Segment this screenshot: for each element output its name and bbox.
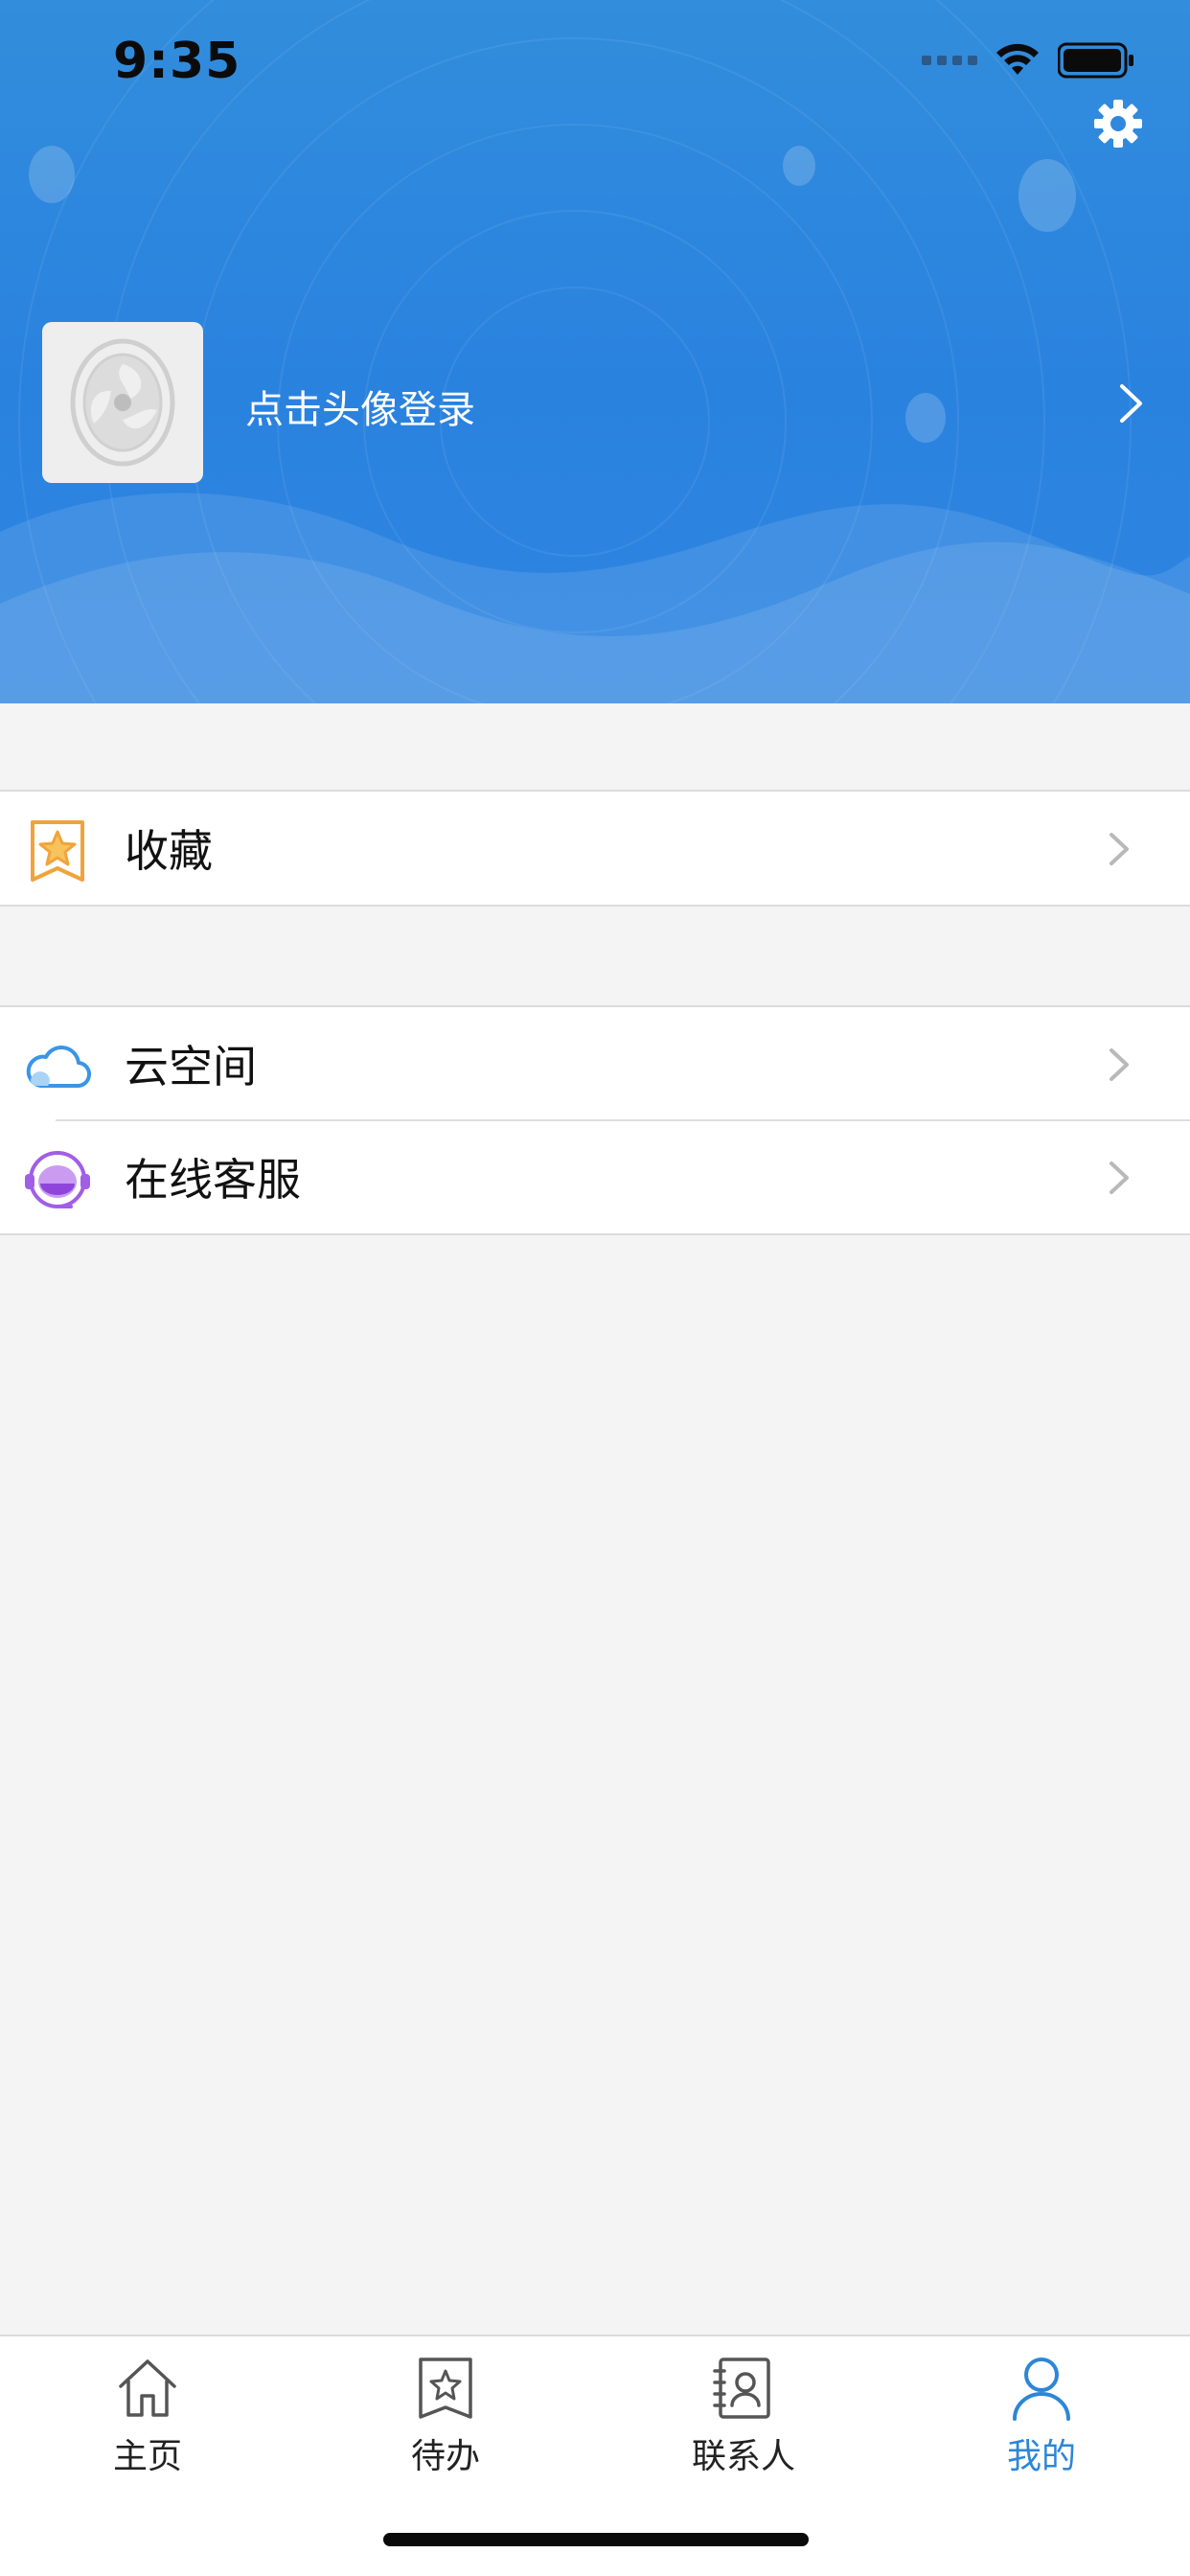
login-prompt[interactable]: 点击头像登录	[245, 379, 475, 434]
menu-group-favorites: 收藏	[0, 790, 1190, 907]
menu-group-services: 云空间 在线客服	[0, 1005, 1190, 1235]
chevron-right-icon	[1110, 1048, 1129, 1081]
todo-star-icon	[419, 2358, 472, 2419]
cloud-icon	[26, 1046, 91, 1089]
menu-item-label: 在线客服	[125, 1154, 301, 1206]
chevron-right-icon	[1110, 833, 1129, 865]
tab-label: 联系人	[691, 2437, 795, 2476]
avatar[interactable]	[42, 322, 203, 483]
menu-item-cloud-space[interactable]: 云空间	[0, 1007, 1190, 1120]
tab-label: 主页	[112, 2437, 182, 2476]
home-icon	[119, 2359, 176, 2417]
menu-item-label: 收藏	[125, 825, 213, 877]
tab-contacts[interactable]: 联系人	[648, 2354, 839, 2478]
cellular-signal-icon	[922, 56, 977, 65]
bookmark-star-icon	[31, 820, 84, 882]
menu-item-favorites[interactable]: 收藏	[0, 792, 1190, 905]
gear-icon[interactable]	[1090, 96, 1146, 151]
profile-header: 9:35 点击头像登录	[0, 0, 1190, 703]
home-indicator[interactable]	[383, 2533, 809, 2546]
wifi-icon	[996, 43, 1039, 75]
tab-label: 待办	[410, 2437, 480, 2476]
battery-icon	[1058, 42, 1133, 79]
chevron-right-icon[interactable]	[1117, 381, 1146, 426]
tab-home[interactable]: 主页	[52, 2354, 243, 2478]
menu-item-label: 云空间	[125, 1041, 257, 1092]
status-icons	[922, 42, 1134, 79]
tab-todo[interactable]: 待办	[350, 2354, 541, 2478]
profile-screen: 9:35 点击头像登录 收藏 云空间 在线客服 主页 待办 联系人 我的	[0, 0, 1190, 2576]
chevron-right-icon	[1110, 1162, 1129, 1194]
menu-item-online-service[interactable]: 在线客服	[0, 1119, 1190, 1233]
tab-mine[interactable]: 我的	[946, 2354, 1137, 2478]
status-time: 9:35	[113, 33, 241, 90]
contacts-icon	[713, 2358, 770, 2419]
tab-label: 我的	[1006, 2437, 1076, 2476]
headset-icon	[25, 1151, 90, 1208]
default-avatar-logo	[70, 338, 175, 467]
person-icon	[1013, 2358, 1070, 2421]
